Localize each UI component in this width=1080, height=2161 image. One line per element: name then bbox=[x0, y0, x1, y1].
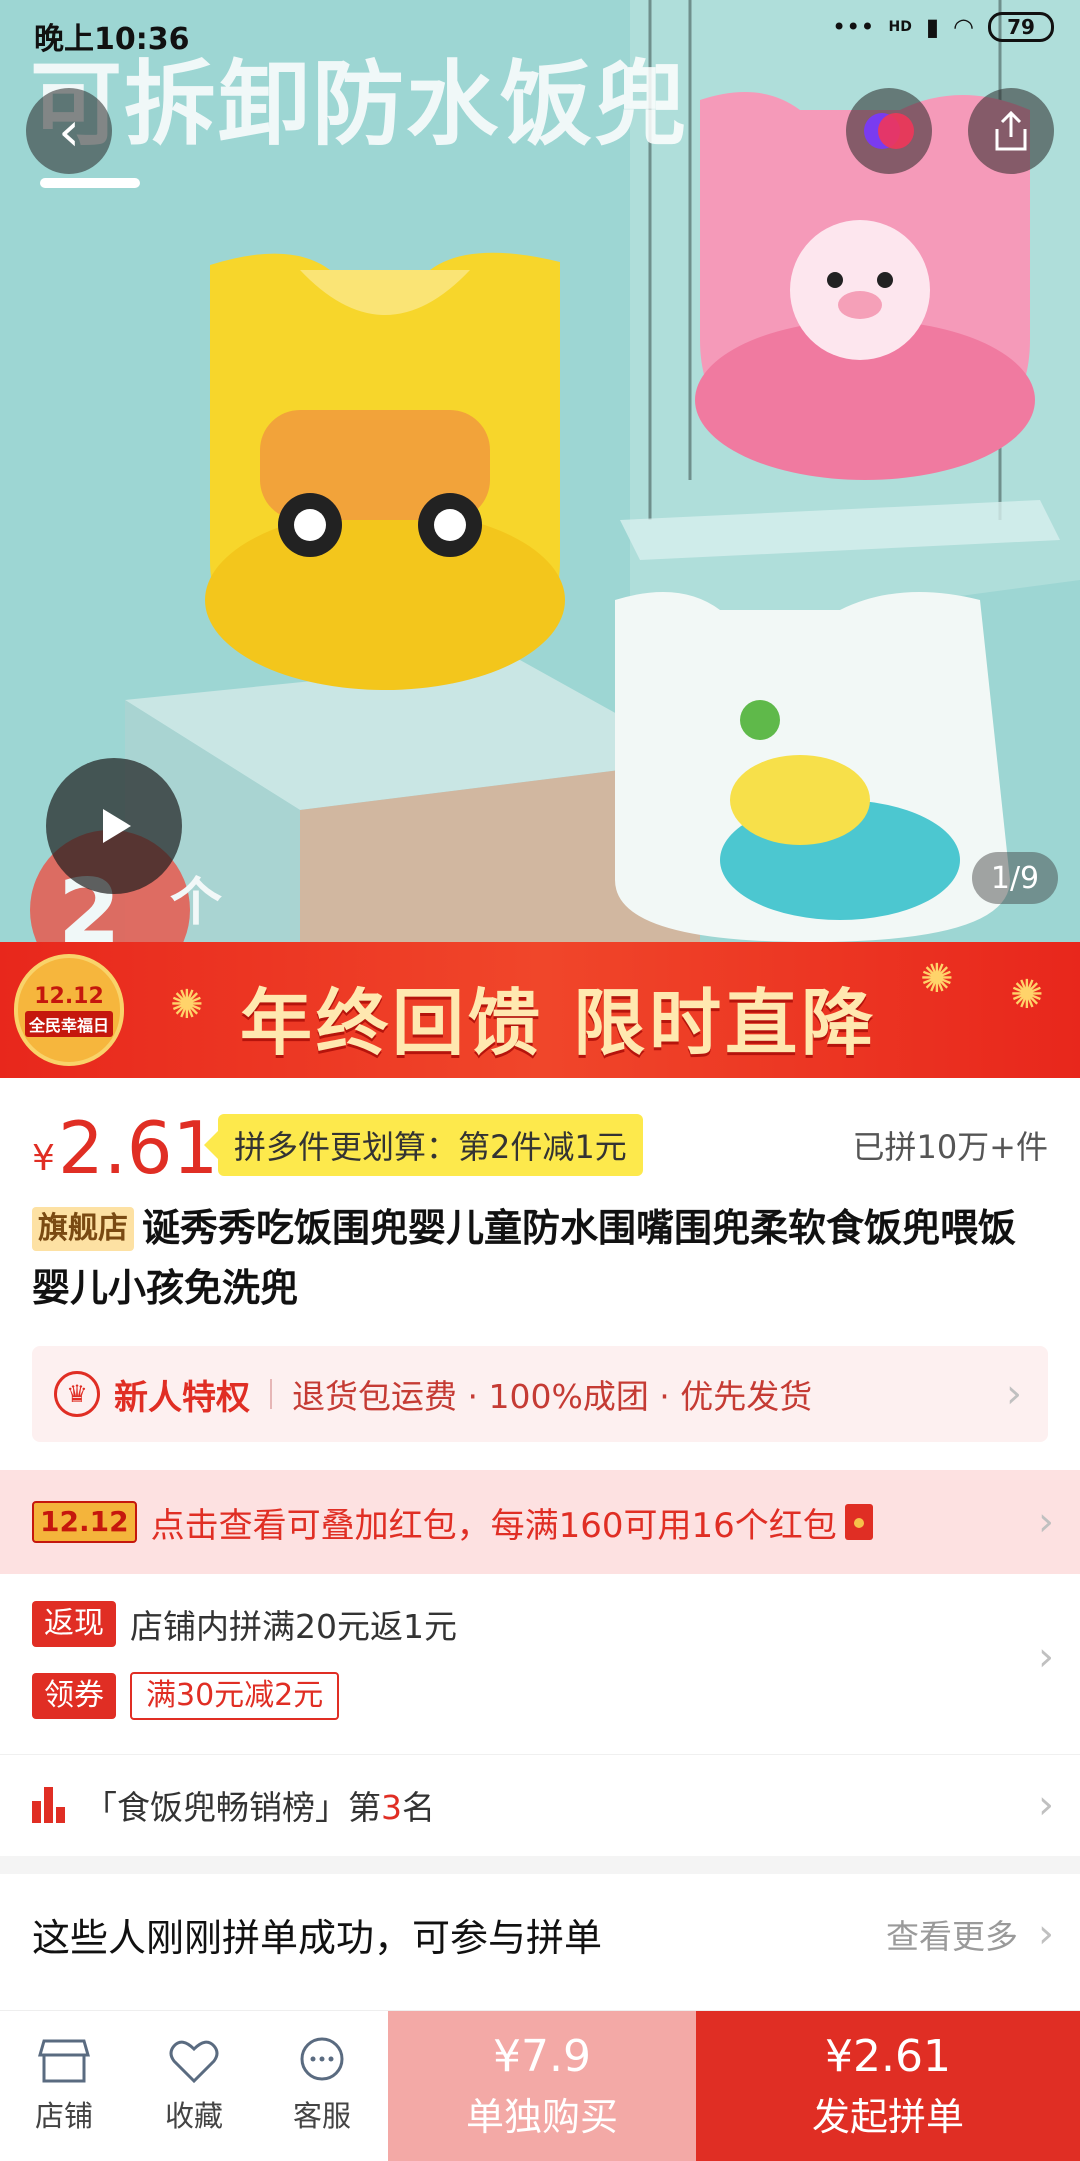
rank-number: 3 bbox=[381, 1787, 402, 1827]
store-icon bbox=[38, 2039, 90, 2083]
chat-icon bbox=[300, 2037, 344, 2081]
stackable-red-packet-row[interactable]: 12.12 点击查看可叠加红包，每满160可用16个红包 › bbox=[0, 1470, 1080, 1574]
battery-level: 79 bbox=[1007, 15, 1035, 39]
coupon-tag: 领券 bbox=[32, 1673, 116, 1719]
buy-alone-button[interactable]: ¥7.9 单独购买 bbox=[388, 2011, 696, 2161]
banner-headline: 年终回馈 限时直降 bbox=[240, 981, 878, 1065]
view-more-link[interactable]: 查看更多 bbox=[886, 1910, 1018, 1958]
cashback-tag: 返现 bbox=[32, 1601, 116, 1647]
rank-prefix: 「食饭兜畅销榜」第 bbox=[84, 1787, 381, 1827]
coupon-offer[interactable]: 满30元减2元 bbox=[130, 1672, 340, 1720]
promo-banner[interactable]: 12.12 全民幸福日 ✺ ✺ ✺ 年终回馈 限时直降 bbox=[0, 942, 1080, 1078]
favorite-tab[interactable]: 收藏 bbox=[130, 2011, 258, 2161]
price-row: ¥ 2.61 拼多件更划算：第2件减1元 已拼10万+件 bbox=[0, 1078, 1080, 1208]
play-video-button[interactable] bbox=[46, 758, 182, 894]
divider bbox=[270, 1379, 272, 1409]
banner-logo: 12.12 全民幸福日 bbox=[14, 954, 124, 1066]
status-bar: 晚上10:36 ••• HD ▮ ◠ 79 bbox=[0, 0, 1080, 64]
rank-text: 「食饭兜畅销榜」第3名 bbox=[84, 1781, 435, 1829]
customer-service-label: 客服 bbox=[292, 2099, 351, 2133]
product-title: 旗舰店 诞秀秀吃饭围兜婴儿童防水围嘴围兜柔软食饭兜喂饭婴儿小孩免洗兜 bbox=[32, 1198, 1052, 1318]
chevron-right-icon: › bbox=[1006, 1371, 1022, 1417]
coupon-section[interactable]: 返现 店铺内拼满20元返1元 领券 满30元减2元 › bbox=[0, 1574, 1080, 1754]
buy-alone-price: ¥7.9 bbox=[493, 2031, 591, 2082]
price-currency: ¥ bbox=[32, 1138, 55, 1179]
share-icon bbox=[995, 110, 1027, 151]
battery-icon: 79 bbox=[988, 12, 1054, 42]
rank-chart-icon bbox=[32, 1786, 68, 1823]
favorite-label: 收藏 bbox=[164, 2099, 223, 2133]
new-user-perks: 退货包运费 · 100%成团 · 优先发货 bbox=[292, 1377, 813, 1416]
firework-icon: ✺ bbox=[1010, 972, 1044, 1018]
bottom-action-bar: 店铺 收藏 客服 ¥7.9 单独购买 ¥2.61 发起拼单 bbox=[0, 2010, 1080, 2161]
bestseller-rank-row[interactable]: 「食饭兜畅销榜」第3名 › bbox=[0, 1754, 1080, 1854]
store-tab[interactable]: 店铺 bbox=[0, 2011, 128, 2161]
sold-count: 已拼10万+件 bbox=[852, 1128, 1048, 1166]
more-dots-icon: ••• bbox=[832, 13, 875, 41]
wifi-icon: ◠ bbox=[953, 13, 974, 41]
share-button[interactable] bbox=[968, 88, 1054, 174]
cashback-row: 返现 店铺内拼满20元返1元 bbox=[32, 1600, 457, 1648]
buy-alone-label: 单独购买 bbox=[465, 2095, 618, 2139]
live-button[interactable] bbox=[846, 88, 932, 174]
group-buy-label: 发起拼单 bbox=[811, 2095, 964, 2139]
status-time: 晚上10:36 bbox=[34, 22, 190, 57]
cashback-text: 店铺内拼满20元返1元 bbox=[130, 1607, 457, 1646]
product-image-carousel[interactable]: 可拆卸防水饭兜 晚上10:36 ••• HD ▮ ◠ 79 ‹ 2 个 1/9 bbox=[0, 0, 1080, 942]
red-envelope-icon bbox=[844, 1504, 873, 1540]
network-label: HD bbox=[888, 19, 912, 35]
chevron-right-icon: › bbox=[1038, 1499, 1054, 1545]
chevron-right-icon: › bbox=[1038, 1634, 1054, 1680]
chevron-left-icon: ‹ bbox=[58, 99, 80, 163]
red-packet-text: 点击查看可叠加红包，每满160可用16个红包 bbox=[150, 1505, 837, 1546]
hero-title-underline bbox=[40, 178, 140, 188]
new-user-title: 新人特权 bbox=[114, 1377, 250, 1418]
chevron-right-icon: › bbox=[1038, 1911, 1054, 1957]
firework-icon: ✺ bbox=[920, 956, 954, 1002]
price-value: 2.61 bbox=[58, 1106, 219, 1190]
back-button[interactable]: ‹ bbox=[26, 88, 112, 174]
crown-icon: ♛ bbox=[54, 1371, 100, 1417]
flagship-store-badge: 旗舰店 bbox=[32, 1207, 134, 1251]
heart-icon bbox=[169, 2040, 219, 2084]
firework-icon: ✺ bbox=[170, 982, 204, 1028]
rank-suffix: 名 bbox=[402, 1787, 435, 1827]
customer-service-tab[interactable]: 客服 bbox=[258, 2011, 386, 2161]
signal-icon: ▮ bbox=[925, 13, 940, 41]
play-icon bbox=[103, 809, 131, 843]
status-icons: ••• HD ▮ ◠ 79 bbox=[832, 12, 1054, 42]
section-gap bbox=[0, 1856, 1080, 1874]
chevron-right-icon: › bbox=[1038, 1781, 1054, 1828]
product-title-text: 诞秀秀吃饭围兜婴儿童防水围嘴围兜柔软食饭兜喂饭婴儿小孩免洗兜 bbox=[32, 1206, 1017, 1310]
live-icon bbox=[864, 113, 914, 149]
multi-buy-deal-tag: 拼多件更划算：第2件减1元 bbox=[204, 1114, 643, 1176]
image-counter: 1/9 bbox=[972, 852, 1058, 904]
promo-sticker-text: 个 bbox=[170, 873, 223, 933]
store-label: 店铺 bbox=[34, 2099, 93, 2133]
start-group-buy-button[interactable]: ¥2.61 发起拼单 bbox=[696, 2011, 1080, 2161]
banner-logo-text: 全民幸福日 bbox=[24, 1010, 113, 1037]
coupon-row: 领券 满30元减2元 bbox=[32, 1672, 340, 1720]
group-buy-price: ¥2.61 bbox=[825, 2031, 951, 2082]
group-buy-title: 这些人刚刚拼单成功，可参与拼单 bbox=[32, 1915, 603, 1960]
new-user-privileges[interactable]: ♛ 新人特权 退货包运费 · 100%成团 · 优先发货 › bbox=[32, 1346, 1048, 1442]
banner-logo-date: 12.12 bbox=[34, 983, 104, 1009]
group-buy-section-header: 这些人刚刚拼单成功，可参与拼单 查看更多 › bbox=[0, 1874, 1080, 1994]
double-twelve-badge: 12.12 bbox=[32, 1501, 137, 1543]
